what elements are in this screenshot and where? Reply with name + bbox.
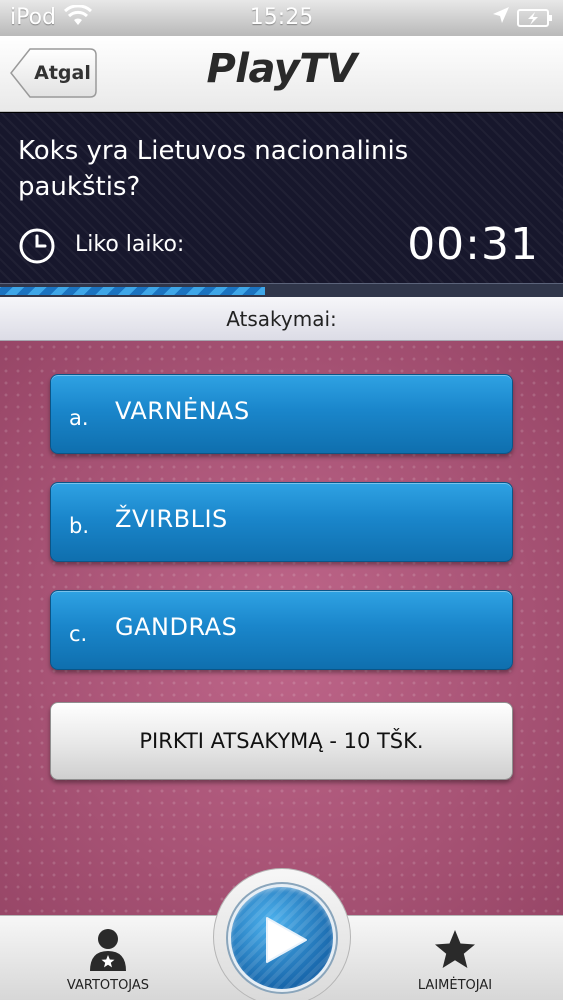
navigation-bar: Atgal PlayTV xyxy=(0,36,563,112)
status-time: 15:25 xyxy=(249,5,314,30)
answer-button-c[interactable]: c. GANDRAS xyxy=(50,590,513,670)
play-button[interactable] xyxy=(228,884,336,992)
time-progress-bar xyxy=(0,283,563,297)
clock-icon xyxy=(19,228,55,264)
answers-header: Atsakymai: xyxy=(0,297,563,341)
tab-winners-label: LAIMĖTOJAI xyxy=(417,978,493,993)
user-icon xyxy=(90,929,126,971)
play-icon xyxy=(266,917,307,963)
star-icon xyxy=(435,930,475,968)
answer-button-a[interactable]: a. VARNĖNAS xyxy=(50,374,513,454)
app-title: PlayTV xyxy=(206,46,357,92)
question-panel: Koks yra Lietuvos nacionalinis paukštis?… xyxy=(0,113,563,283)
status-bar: iPod 15:25 xyxy=(0,0,563,36)
tab-winners[interactable]: LAIMĖTOJAI xyxy=(375,916,535,1000)
buy-answer-button[interactable]: PIRKTI ATSAKYMĄ - 10 TŠK. xyxy=(50,702,513,780)
answer-button-b[interactable]: b. ŽVIRBLIS xyxy=(50,482,513,562)
answer-letter: b. xyxy=(69,514,90,538)
answer-text: ŽVIRBLIS xyxy=(115,505,228,533)
answer-letter: c. xyxy=(69,622,88,646)
tab-user-label: VARTOTOJAS xyxy=(66,978,150,993)
countdown-timer: 00:31 xyxy=(407,219,539,270)
time-left-label: Liko laiko: xyxy=(75,232,185,257)
answer-text: VARNĖNAS xyxy=(115,397,250,425)
time-progress-fill xyxy=(0,287,265,295)
battery-charging-icon xyxy=(517,8,553,33)
location-arrow-icon xyxy=(491,5,511,31)
answer-letter: a. xyxy=(69,406,89,430)
question-text: Koks yra Lietuvos nacionalinis paukštis? xyxy=(18,136,409,202)
answer-text: GANDRAS xyxy=(115,613,238,641)
answers-area: a. VARNĖNAS b. ŽVIRBLIS c. GANDRAS PIRKT… xyxy=(0,341,563,930)
tab-user[interactable]: VARTOTOJAS xyxy=(28,916,188,1000)
